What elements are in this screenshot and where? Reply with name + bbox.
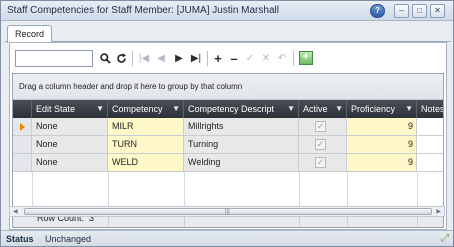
grid-toolbar: |◀ ◀ ▶ ▶| + – ✓ ✕ ↶ + xyxy=(13,49,445,69)
cell-active[interactable]: ✓ xyxy=(299,136,347,153)
toolbar-separator xyxy=(132,51,133,66)
maximize-button[interactable]: □ xyxy=(412,4,427,18)
add-icon[interactable]: + xyxy=(210,50,226,67)
column-divider xyxy=(417,172,418,208)
staff-competencies-window: Staff Competencies for Staff Member: [JU… xyxy=(0,0,454,247)
cell-proficiency[interactable]: 9 xyxy=(347,118,417,135)
cell-edit-state[interactable]: None xyxy=(32,136,108,153)
cell-competency[interactable]: MILR xyxy=(108,118,184,135)
column-divider xyxy=(347,172,348,208)
title-bar: Staff Competencies for Staff Member: [JU… xyxy=(1,1,453,21)
group-hint-text: Drag a column header and drop it here to… xyxy=(19,82,243,91)
column-divider xyxy=(184,172,185,208)
active-checkbox[interactable]: ✓ xyxy=(315,121,326,132)
cell-edit-state[interactable]: None xyxy=(32,154,108,171)
column-header-competency-description[interactable]: Competency Descript ▼ xyxy=(184,100,299,118)
current-row-arrow-icon xyxy=(20,123,25,131)
filter-icon[interactable]: ▼ xyxy=(287,100,295,118)
active-checkbox[interactable]: ✓ xyxy=(315,139,326,150)
scroll-right-icon[interactable]: ▶ xyxy=(436,208,441,215)
cell-active[interactable]: ✓ xyxy=(299,154,347,171)
grid-empty-area xyxy=(13,172,443,208)
first-icon[interactable]: |◀ xyxy=(136,50,152,67)
tab-record[interactable]: Record xyxy=(7,25,53,43)
grid-header: Edit State ▼ Competency ▼ Competency Des… xyxy=(13,100,443,118)
table-row[interactable]: None WELD Welding ✓ 9 xyxy=(13,154,443,172)
column-header-edit-state[interactable]: Edit State ▼ xyxy=(32,100,108,118)
row-indicator[interactable] xyxy=(13,118,32,135)
scroll-left-icon[interactable]: ◀ xyxy=(13,208,18,215)
status-bar: Status Unchanged ⤢ xyxy=(1,230,453,246)
help-button[interactable]: ? xyxy=(370,4,385,18)
close-button[interactable]: ✕ xyxy=(430,4,445,18)
cell-notes[interactable] xyxy=(417,118,443,135)
column-header-active[interactable]: Active ▼ xyxy=(299,100,347,118)
cell-description[interactable]: Millrights xyxy=(184,118,299,135)
row-indicator[interactable] xyxy=(13,136,32,153)
header-indicator xyxy=(13,100,32,118)
column-header-proficiency[interactable]: Proficiency ▼ xyxy=(347,100,417,118)
scrollbar-thumb[interactable]: ||| xyxy=(24,208,432,215)
window-title: Staff Competencies for Staff Member: [JU… xyxy=(7,5,279,16)
column-header-notes[interactable]: Notes xyxy=(417,100,443,118)
record-panel: |◀ ◀ ▶ ▶| + – ✓ ✕ ↶ + Drag a column head… xyxy=(9,42,447,230)
status-value: Unchanged xyxy=(45,234,92,244)
tab-strip: Record xyxy=(5,23,451,43)
filter-icon[interactable]: ▼ xyxy=(335,100,343,118)
previous-icon[interactable]: ◀ xyxy=(153,50,169,67)
toolbar-separator xyxy=(293,51,294,66)
cell-competency[interactable]: WELD xyxy=(108,154,184,171)
status-label: Status xyxy=(6,234,34,244)
cell-active[interactable]: ✓ xyxy=(299,118,347,135)
next-icon[interactable]: ▶ xyxy=(171,50,187,67)
filter-icon[interactable]: ▼ xyxy=(405,100,413,118)
row-indicator[interactable] xyxy=(13,154,32,171)
search-icon[interactable] xyxy=(97,50,113,67)
cell-proficiency[interactable]: 9 xyxy=(347,154,417,171)
competencies-grid: Drag a column header and drop it here to… xyxy=(12,73,444,228)
search-input[interactable] xyxy=(15,50,93,67)
grip-icon: ||| xyxy=(225,209,230,215)
table-row[interactable]: None MILR Millrights ✓ 9 xyxy=(13,118,443,136)
active-checkbox[interactable]: ✓ xyxy=(315,157,326,168)
toolbar-separator xyxy=(207,51,208,66)
save-icon[interactable]: ✓ xyxy=(242,50,258,67)
add-record-icon[interactable]: + xyxy=(299,51,313,65)
refresh-icon[interactable] xyxy=(113,50,129,67)
column-header-competency[interactable]: Competency ▼ xyxy=(108,100,184,118)
cell-proficiency[interactable]: 9 xyxy=(347,136,417,153)
cell-description[interactable]: Welding xyxy=(184,154,299,171)
column-divider xyxy=(299,172,300,208)
undo-icon[interactable]: ↶ xyxy=(274,50,290,67)
cell-description[interactable]: Turning xyxy=(184,136,299,153)
cell-edit-state[interactable]: None xyxy=(32,118,108,135)
remove-icon[interactable]: – xyxy=(226,50,242,67)
filter-icon[interactable]: ▼ xyxy=(96,100,104,118)
minimize-button[interactable]: – xyxy=(394,4,409,18)
cell-competency[interactable]: TURN xyxy=(108,136,184,153)
filter-icon[interactable]: ▼ xyxy=(172,100,180,118)
resize-grip-icon[interactable]: ⤢ xyxy=(441,233,449,244)
group-by-area[interactable]: Drag a column header and drop it here to… xyxy=(13,74,443,100)
cell-notes[interactable] xyxy=(417,136,443,153)
column-divider xyxy=(108,172,109,208)
horizontal-scrollbar[interactable]: ◀ ||| ▶ xyxy=(9,206,445,217)
table-row[interactable]: None TURN Turning ✓ 9 xyxy=(13,136,443,154)
column-divider xyxy=(32,172,33,208)
last-icon[interactable]: ▶| xyxy=(188,50,204,67)
cell-notes[interactable] xyxy=(417,154,443,171)
cancel-icon[interactable]: ✕ xyxy=(258,50,274,67)
